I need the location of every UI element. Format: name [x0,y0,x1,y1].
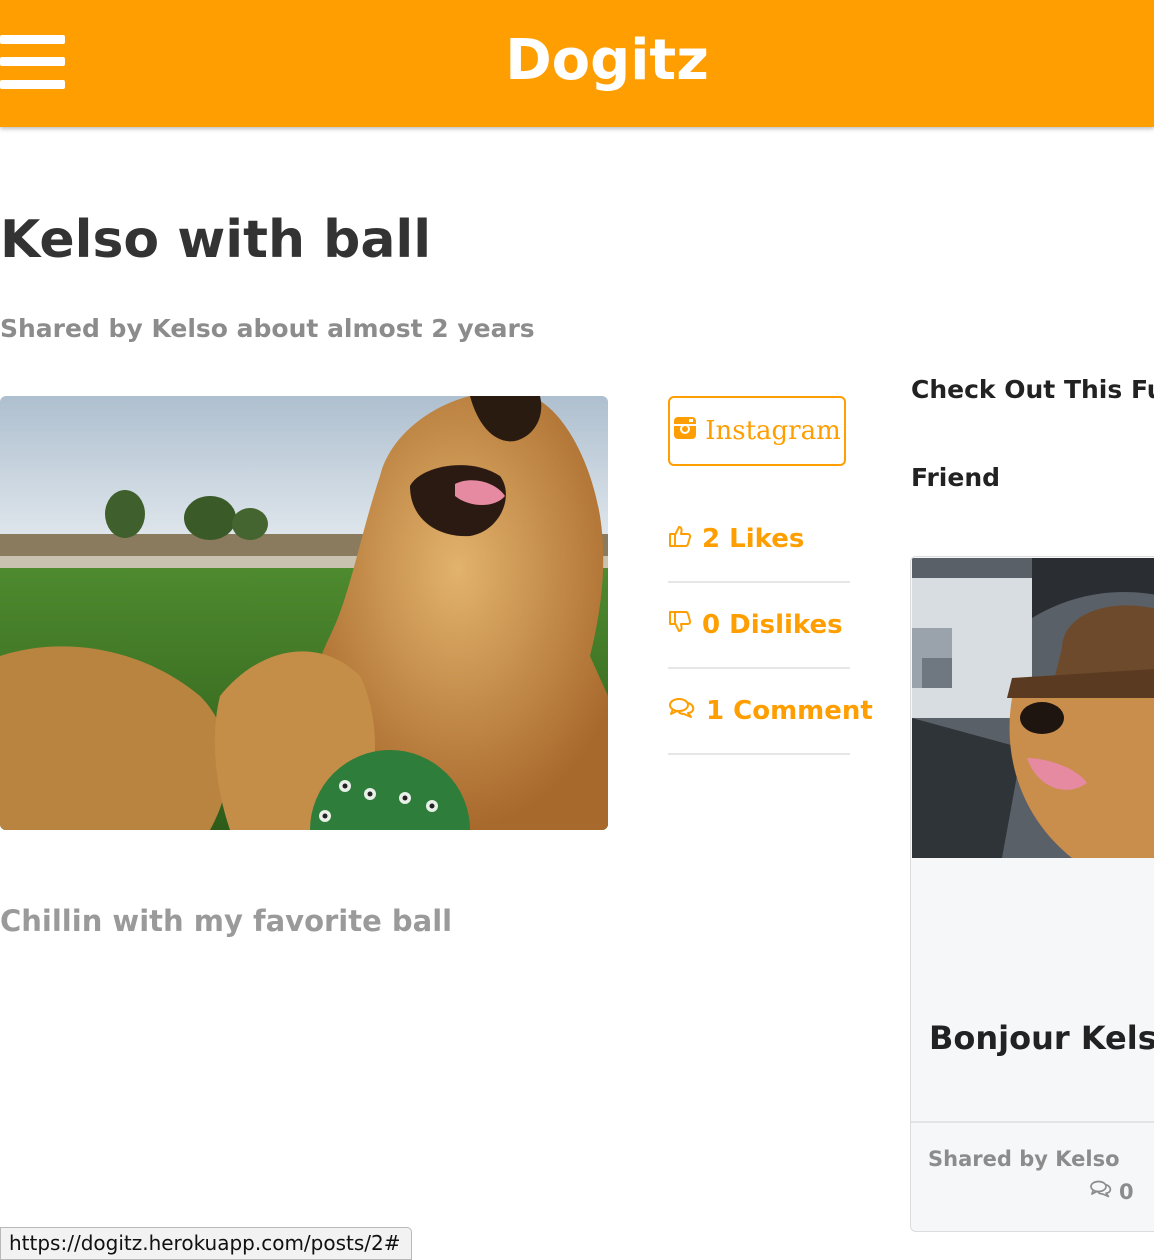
like-button[interactable]: 2 Likes [668,497,850,583]
post-shared-by: Shared by Kelso about almost 2 years [0,314,535,343]
card-divider [911,1121,1154,1123]
sidebar-heading: Check Out This Fur [911,375,1154,404]
post-photo [0,396,608,830]
instagram-button[interactable]: Instagram [668,396,846,466]
dislike-button[interactable]: 0 Dislikes [668,583,850,669]
comments-icon [1089,1179,1113,1204]
top-navbar: Dogitz [0,0,1154,127]
comments-icon [668,696,696,727]
dislikes-count-label: 0 Dislikes [702,610,843,640]
related-post-comment-count: 0 [1089,1179,1134,1204]
dog-in-hat-in-car-image [912,558,1154,858]
instagram-icon [673,416,697,447]
comment-count-value: 0 [1119,1179,1134,1204]
status-bar-url: https://dogitz.herokuapp.com/posts/2# [0,1227,412,1260]
likes-count-label: 2 Likes [702,524,805,554]
thumbs-down-icon [668,610,692,641]
thumbs-up-icon [668,524,692,555]
golden-retriever-with-ball-image [0,396,608,830]
comments-link[interactable]: 1 Comment [668,669,873,755]
sidebar-subheading: Friend [911,463,1001,492]
post-title: Kelso with ball [0,210,432,270]
comments-count-label: 1 Comment [706,696,873,726]
related-post-shared-by: Shared by Kelso [928,1147,1120,1171]
post-caption: Chillin with my favorite ball [0,904,453,938]
related-post-card[interactable]: Bonjour Kelso Shared by Kelso 0 [910,556,1154,1232]
brand-logo-link[interactable]: Dogitz [0,28,1154,93]
related-post-photo [912,558,1154,858]
instagram-button-label: Instagram [705,416,841,446]
related-post-title: Bonjour Kelso [929,1019,1154,1057]
